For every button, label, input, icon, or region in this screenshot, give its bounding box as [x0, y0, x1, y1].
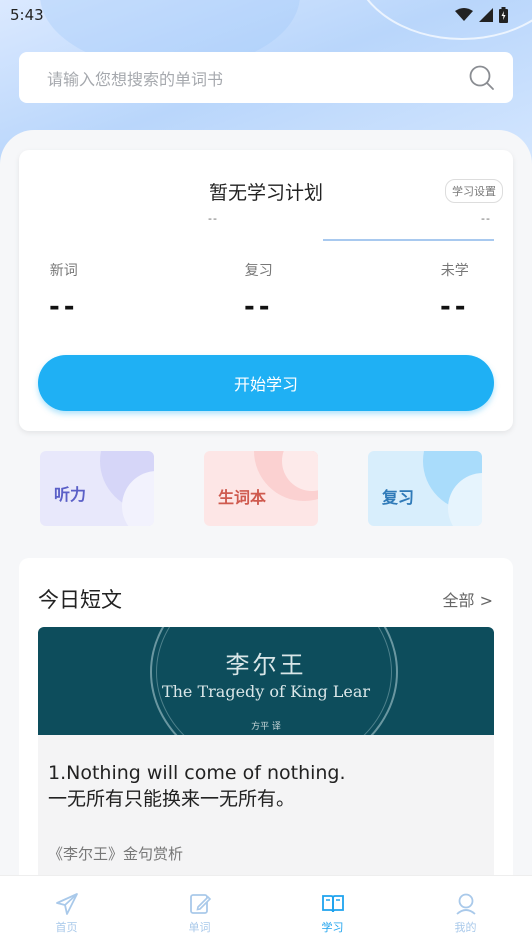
stat-unlearned: 未学 --	[440, 260, 470, 322]
edit-icon	[189, 894, 211, 914]
stat-label: 未学	[440, 263, 469, 279]
status-bar: 5:43	[0, 0, 532, 30]
article-cover-image[interactable]: 李尔王 The Tragedy of King Lear 方平 译	[38, 627, 494, 735]
article-body[interactable]: 1.Nothing will come of nothing. 一无所有只能换来…	[38, 735, 494, 888]
tab-study[interactable]: 学习	[266, 876, 399, 946]
tab-words[interactable]: 单词	[133, 876, 266, 946]
plan-title: 暂无学习计划	[208, 182, 323, 204]
plan-progress-line	[323, 239, 494, 241]
stat-value: --	[440, 292, 470, 322]
tile-label: 生词本	[218, 488, 267, 507]
plan-settings-button[interactable]: 学习设置	[445, 179, 503, 203]
tile-listening[interactable]: 听力	[40, 451, 154, 526]
book-icon	[321, 895, 344, 913]
cover-translator: 方平 译	[251, 722, 281, 732]
stat-value: --	[244, 292, 274, 322]
tile-label: 复习	[382, 488, 415, 507]
cover-title-en: The Tragedy of King Lear	[161, 682, 371, 701]
stat-label: 新词	[49, 263, 78, 279]
stat-label: 复习	[244, 263, 273, 279]
tile-vocab-book[interactable]: 生词本	[204, 451, 318, 526]
status-icons	[455, 7, 508, 23]
quote-chinese: 一无所有只能换来一无所有。	[48, 788, 296, 810]
stat-review: 复习 --	[244, 260, 274, 322]
quote-english: 1.Nothing will come of nothing.	[48, 762, 346, 784]
article-heading: 今日短文	[38, 588, 122, 612]
start-study-button[interactable]: 开始学习	[38, 355, 494, 411]
tab-home[interactable]: 首页	[0, 876, 133, 946]
stat-value: --	[49, 292, 79, 322]
search-placeholder: 请输入您想搜索的单词书	[47, 69, 224, 89]
battery-icon	[499, 7, 508, 23]
article-subtitle: 《李尔王》金句赏析	[48, 845, 184, 863]
cover-title-cn: 李尔王	[225, 651, 307, 679]
wifi-icon	[455, 8, 473, 21]
tab-profile[interactable]: 我的	[399, 876, 532, 946]
user-icon	[455, 893, 476, 915]
status-time: 5:43	[10, 6, 44, 24]
search-icon[interactable]	[469, 65, 495, 91]
tab-label: 学习	[321, 921, 344, 934]
send-icon	[55, 893, 78, 915]
tab-label: 单词	[188, 921, 211, 934]
tab-label: 首页	[55, 921, 78, 934]
plan-dash-left: --	[208, 212, 218, 225]
search-input[interactable]: 请输入您想搜索的单词书	[19, 52, 513, 103]
tile-review[interactable]: 复习	[368, 451, 482, 526]
study-plan-card: 暂无学习计划 学习设置 -- -- 新词 -- 复习 -- 未学 -- 开始学习	[19, 150, 513, 431]
tile-label: 听力	[54, 485, 87, 504]
tab-label: 我的	[454, 921, 477, 934]
daily-article-card: 今日短文 全部 > 李尔王 The Tragedy of King Lear 方…	[19, 558, 513, 888]
article-all-link[interactable]: 全部 >	[443, 587, 494, 611]
plan-dash-right: --	[481, 212, 491, 225]
signal-icon	[479, 8, 493, 22]
stat-new-words: 新词 --	[49, 260, 79, 322]
bottom-tab-bar: 首页 单词 学习 我的	[0, 875, 532, 946]
